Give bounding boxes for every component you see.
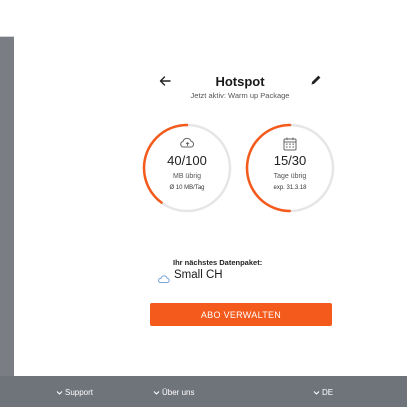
back-arrow-icon[interactable] (158, 74, 172, 88)
footer-language-label: DE (322, 388, 334, 397)
next-package-label: Ihr nächstes Datenpaket: (173, 258, 263, 267)
footer-link-support-label: Support (65, 388, 94, 397)
next-package-name: Small CH (174, 269, 223, 281)
data-usage-average: Ø 10 MB/Tag (169, 185, 205, 191)
chevron-down-icon (56, 389, 63, 396)
pencil-icon[interactable] (309, 73, 323, 87)
days-remaining-value: 15/30 (273, 153, 307, 168)
data-usage-ring: 40/100 MB übrig Ø 10 MB/Tag (140, 121, 234, 215)
days-remaining-label: Tage übrig (273, 173, 307, 180)
footer-link-support[interactable]: Support (56, 388, 93, 397)
cloud-sync-icon (157, 271, 171, 283)
footer-language-selector[interactable]: DE (313, 388, 333, 397)
active-package-subtitle: Jetzt aktiv: Warm up Package (190, 91, 290, 100)
footer-bar: Support Über uns DE (0, 376, 407, 407)
calendar-icon (281, 135, 299, 153)
expiry-date: exp. 31.3.18 (273, 185, 307, 191)
footer-link-about-label: Über uns (162, 388, 195, 397)
data-usage-label: MB übrig (172, 173, 201, 180)
chevron-down-icon (153, 389, 160, 396)
cloud-sync-icon (178, 135, 196, 153)
page-title: Hotspot (215, 74, 265, 89)
manage-subscription-button[interactable]: ABO VERWALTEN (150, 303, 332, 326)
chevron-down-icon (313, 389, 320, 396)
data-usage-value: 40/100 (167, 153, 207, 168)
days-remaining-ring: 15/30 Tage übrig exp. 31.3.18 (243, 121, 337, 215)
footer-link-about[interactable]: Über uns (153, 388, 194, 397)
